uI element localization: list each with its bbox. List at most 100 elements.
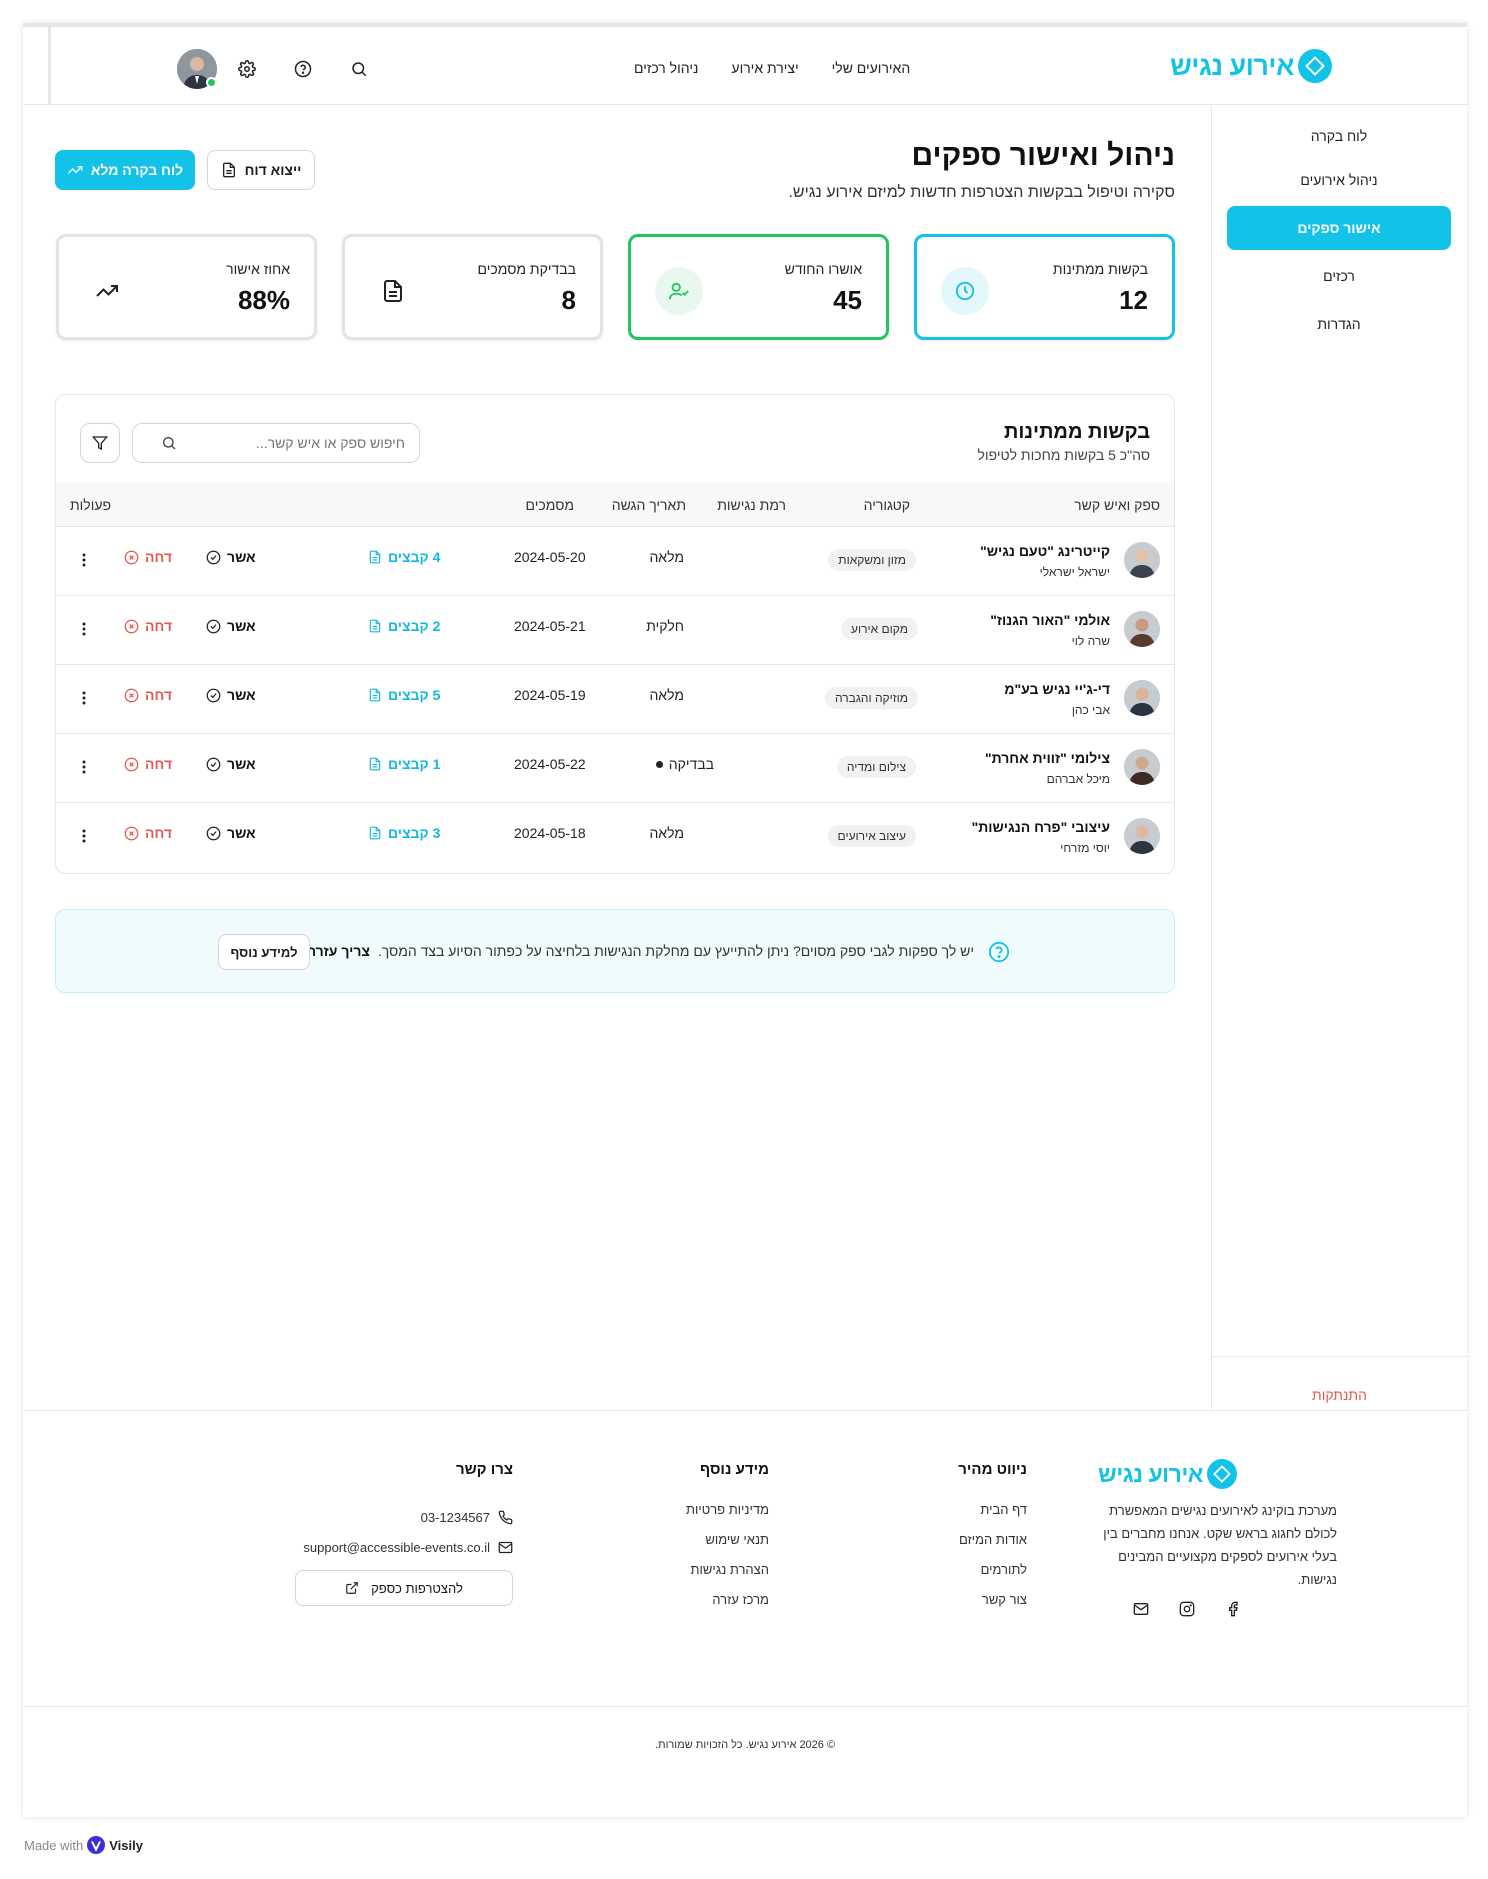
- join-as-vendor-button[interactable]: להצטרפות כספק: [295, 1570, 513, 1606]
- check-circle-icon: [206, 550, 221, 565]
- filter-button[interactable]: [80, 423, 120, 463]
- user-avatar[interactable]: [177, 49, 217, 89]
- approve-label: אשר: [227, 825, 256, 841]
- email-address: support@accessible-events.co.il: [303, 1539, 490, 1555]
- reject-label: דחה: [145, 687, 172, 703]
- submission-date: 2024-05-18: [514, 825, 586, 841]
- sidebar-item-label: אישור ספקים: [1297, 220, 1381, 236]
- export-report-button[interactable]: ייצוא דוח: [207, 150, 315, 190]
- reject-button[interactable]: דחה: [124, 687, 172, 703]
- search-input[interactable]: [185, 435, 405, 451]
- accessibility-level: מלאה: [649, 825, 684, 841]
- footer-link-help-center[interactable]: מרכז עזרה: [686, 1592, 769, 1622]
- sidebar-item-manage-events[interactable]: ניהול אירועים: [1227, 158, 1451, 202]
- approve-button[interactable]: אשר: [206, 687, 256, 703]
- stat-label: בבדיקת מסמכים: [477, 261, 576, 277]
- category-badge: מזון ומשקאות: [828, 549, 916, 571]
- footer-link-contact[interactable]: צור קשר: [958, 1592, 1027, 1622]
- reject-button[interactable]: דחה: [124, 549, 172, 565]
- table-row: קייטרינג "טעם נגיש" ישראל ישראלי מזון ומשק…: [56, 527, 1174, 596]
- sidebar-item-coordinators[interactable]: רכזים: [1227, 254, 1451, 298]
- documents-link[interactable]: 4 קבצים: [368, 549, 440, 565]
- documents-count: 2 קבצים: [388, 618, 441, 634]
- logout-section: התנתקות: [1212, 1356, 1467, 1410]
- sidebar-item-label: לוח בקרה: [1310, 128, 1368, 144]
- footer-logo[interactable]: אירוע נגיש: [1098, 1459, 1237, 1489]
- made-with-badge[interactable]: Made with Visily: [24, 1836, 143, 1854]
- accessibility-level-text: מלאה: [649, 687, 684, 703]
- user-check-icon: [655, 267, 703, 315]
- documents-link[interactable]: 3 קבצים: [368, 825, 440, 841]
- vendor-name[interactable]: קייטרינג "טעם נגיש": [980, 543, 1110, 559]
- footer-link-terms[interactable]: תנאי שימוש: [686, 1532, 769, 1562]
- more-options-icon[interactable]: [76, 548, 92, 572]
- file-icon: [368, 826, 382, 840]
- footer-email[interactable]: support@accessible-events.co.il: [293, 1532, 513, 1562]
- vendor-name[interactable]: אולמי "האור הגנוז": [990, 612, 1110, 628]
- documents-link[interactable]: 5 קבצים: [368, 687, 440, 703]
- app-logo[interactable]: אירוע נגיש: [1170, 49, 1332, 83]
- footer-link-donors[interactable]: לתורמים: [958, 1562, 1027, 1592]
- trending-up-icon: [67, 162, 83, 178]
- phone-icon: [498, 1510, 513, 1525]
- nav-manage-coordinators[interactable]: ניהול רכזים: [634, 60, 698, 76]
- more-options-icon[interactable]: [76, 617, 92, 641]
- gear-icon[interactable]: [235, 57, 259, 81]
- more-options-icon[interactable]: [76, 686, 92, 710]
- approve-button[interactable]: אשר: [206, 618, 256, 634]
- more-options-icon[interactable]: [76, 755, 92, 779]
- facebook-icon[interactable]: [1225, 1601, 1241, 1617]
- reject-button[interactable]: דחה: [124, 618, 172, 634]
- instagram-icon[interactable]: [1179, 1601, 1195, 1617]
- footer-link-about[interactable]: אודות המיזם: [958, 1532, 1027, 1562]
- documents-link[interactable]: 2 קבצים: [368, 618, 440, 634]
- more-info-button[interactable]: למידע נוסף: [218, 934, 310, 970]
- mail-icon[interactable]: [1133, 1601, 1149, 1617]
- footer-phone[interactable]: 03-1234567: [293, 1502, 513, 1532]
- footer-contact-title: צרו קשר: [456, 1461, 513, 1478]
- more-options-icon[interactable]: [76, 824, 92, 848]
- check-circle-icon: [206, 619, 221, 634]
- sidebar-item-settings[interactable]: הגדרות: [1227, 302, 1451, 346]
- nav-create-event[interactable]: יצירת אירוע: [731, 60, 798, 76]
- vendor-photo: [1124, 611, 1160, 647]
- sidebar-item-vendor-approval[interactable]: אישור ספקים: [1227, 206, 1451, 250]
- approve-button[interactable]: אשר: [206, 756, 256, 772]
- vendor-name[interactable]: צילומי "זווית אחרת": [985, 750, 1110, 766]
- table-body: קייטרינג "טעם נגיש" ישראל ישראלי מזון ומשק…: [56, 527, 1174, 873]
- footer-info-title: מידע נוסף: [699, 1461, 769, 1478]
- search-icon[interactable]: [347, 57, 371, 81]
- app-window: אירוע נגיש האירועים שלי יצירת אירוע ניהו…: [23, 23, 1467, 1817]
- footer-link-privacy[interactable]: מדיניות פרטיות: [686, 1502, 769, 1532]
- col-date: תאריך הגשה: [611, 497, 686, 513]
- approve-button[interactable]: אשר: [206, 549, 256, 565]
- vendor-name[interactable]: די-ג'יי נגיש בע"מ: [1004, 681, 1110, 697]
- footer-link-home[interactable]: דף הבית: [958, 1502, 1027, 1532]
- vendor-contact: אבי כהן: [1071, 703, 1110, 717]
- documents-link[interactable]: 1 קבצים: [368, 756, 440, 772]
- accessibility-level-text: מלאה: [649, 549, 684, 565]
- category-badge: מוזיקה והגברה: [824, 687, 918, 709]
- logout-link[interactable]: התנתקות: [1312, 1387, 1367, 1403]
- reject-button[interactable]: דחה: [124, 825, 172, 841]
- file-icon: [368, 757, 382, 771]
- join-as-vendor-label: להצטרפות כספק: [371, 1580, 463, 1596]
- footer-contact-column: צרו קשר 03-1234567 support@accessible-ev…: [293, 1461, 513, 1606]
- footer-link-accessibility[interactable]: הצהרת נגישות: [686, 1562, 770, 1592]
- submission-date: 2024-05-20: [514, 549, 586, 565]
- sidebar-item-dashboard[interactable]: לוח בקרה: [1227, 114, 1451, 158]
- header-bar: אירוע נגיש האירועים שלי יצירת אירוע ניהו…: [48, 27, 1467, 104]
- approve-button[interactable]: אשר: [206, 825, 256, 841]
- x-circle-icon: [124, 757, 139, 772]
- table-row: עיצובי "פרח הנגישות" יוסי מזרחי עיצוב אירו…: [56, 803, 1174, 872]
- vendor-name[interactable]: עיצובי "פרח הנגישות": [972, 819, 1110, 835]
- accessibility-level: מלאה: [649, 549, 684, 565]
- accessibility-level: בבדיקה: [655, 756, 714, 772]
- badge-prefix: Made with: [24, 1837, 84, 1853]
- help-icon[interactable]: [291, 57, 315, 81]
- category-badge: עיצוב אירועים: [827, 825, 916, 847]
- copyright: © 2026 אירוע נגיש. כל הזכויות שמורות.: [654, 1739, 836, 1751]
- reject-button[interactable]: דחה: [124, 756, 172, 772]
- full-dashboard-button[interactable]: לוח בקרה מלא: [55, 150, 195, 190]
- nav-my-events[interactable]: האירועים שלי: [832, 60, 911, 76]
